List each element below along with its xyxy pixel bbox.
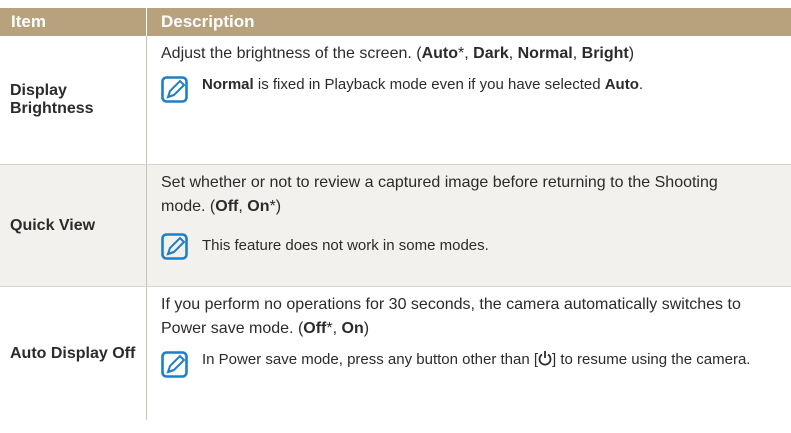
row-item-label: Quick View [0, 165, 147, 286]
note: This feature does not work in some modes… [161, 231, 761, 260]
header-description: Description [161, 12, 255, 31]
option-auto: Auto [421, 45, 459, 62]
option-dark: Dark [473, 45, 509, 62]
note-mid: is fixed in Playback mode even if you ha… [253, 76, 605, 93]
desc-text: *) [269, 198, 282, 215]
note-pre: In Power save mode, press any button oth… [202, 351, 539, 368]
option-on: On [341, 320, 364, 337]
description-text: Adjust the brightness of the screen. (Au… [161, 42, 761, 66]
option-on: On [247, 198, 270, 215]
note-bold: Auto [604, 76, 639, 93]
settings-table: Item Description Display Brightness Adju… [0, 8, 791, 420]
description-text: If you perform no operations for 30 seco… [161, 293, 761, 341]
note-post: ] to resume using the camera. [552, 351, 751, 368]
desc-sep: , [238, 198, 248, 215]
note-text: In Power save mode, press any button oth… [202, 349, 750, 371]
row-description: Set whether or not to review a captured … [147, 165, 791, 286]
table-row: Auto Display Off If you perform no opera… [0, 287, 791, 420]
desc-sep: , [508, 45, 518, 62]
power-icon [538, 351, 552, 366]
note-pencil-icon [161, 76, 188, 103]
row-description: If you perform no operations for 30 seco… [147, 287, 791, 420]
note-text: Normal is fixed in Playback mode even if… [202, 74, 643, 96]
row-item-label: Display Brightness [0, 36, 147, 164]
option-normal: Normal [517, 45, 573, 62]
table-row: Display Brightness Adjust the brightness… [0, 36, 791, 164]
desc-text: ) [363, 320, 370, 337]
row-description: Adjust the brightness of the screen. (Au… [147, 36, 791, 164]
desc-text: ) [628, 45, 635, 62]
option-bright: Bright [581, 45, 629, 62]
note-pencil-icon [161, 233, 188, 260]
note: In Power save mode, press any button oth… [161, 349, 761, 378]
option-off: Off [303, 320, 327, 337]
note-end: . [638, 76, 644, 93]
description-text: Set whether or not to review a captured … [161, 171, 761, 219]
note: Normal is fixed in Playback mode even if… [161, 74, 761, 103]
desc-text: Adjust the brightness of the screen. ( [161, 45, 422, 62]
desc-sep: , [572, 45, 582, 62]
note-pencil-icon [161, 351, 188, 378]
desc-text: If you perform no operations for 30 seco… [161, 296, 741, 337]
header-item: Item [0, 8, 147, 36]
row-item-label: Auto Display Off [0, 287, 147, 420]
desc-sep: *, [458, 45, 474, 62]
table-row: Quick View Set whether or not to review … [0, 165, 791, 286]
note-bold: Normal [202, 76, 254, 93]
note-text: This feature does not work in some modes… [202, 236, 489, 254]
option-off: Off [215, 198, 239, 215]
desc-sep: *, [326, 320, 342, 337]
table-header: Item Description [0, 8, 791, 36]
